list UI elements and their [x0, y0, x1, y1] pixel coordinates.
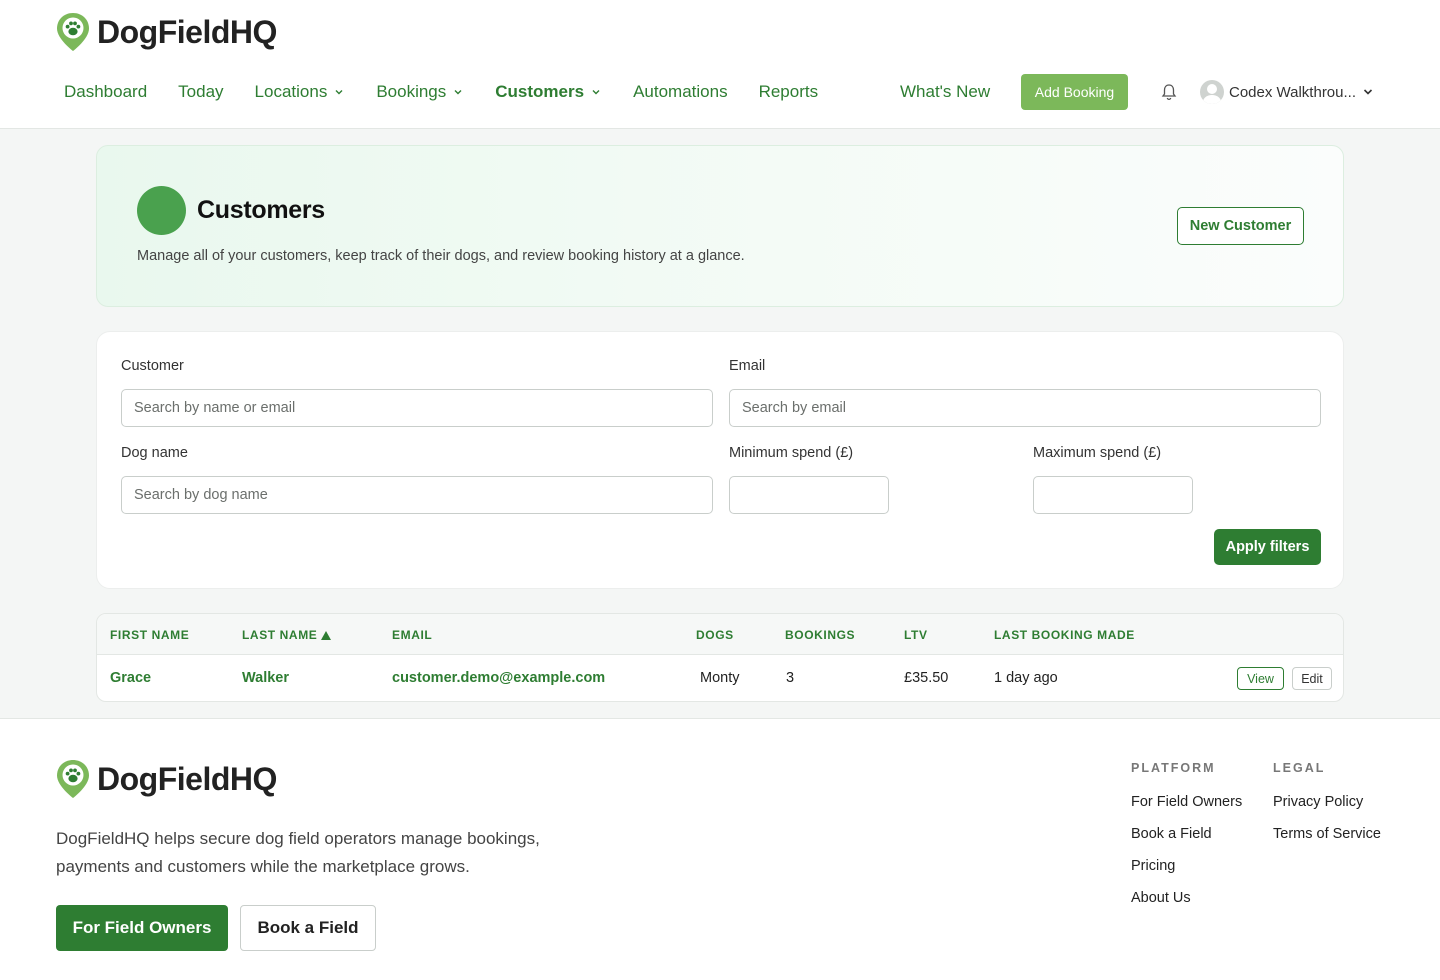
avatar: [1200, 80, 1224, 104]
book-a-field-button[interactable]: Book a Field: [240, 905, 376, 951]
bell-icon[interactable]: [1160, 83, 1178, 101]
view-button[interactable]: View: [1237, 667, 1284, 690]
footer-description: DogFieldHQ helps secure dog field operat…: [56, 829, 540, 876]
chevron-down-icon[interactable]: [1362, 86, 1374, 98]
footer-link-about-us[interactable]: About Us: [1131, 890, 1191, 906]
page-description: Manage all of your customers, keep track…: [137, 248, 745, 264]
col-email[interactable]: EMAIL: [392, 628, 432, 642]
paw-pin-icon: [57, 13, 89, 51]
col-ltv[interactable]: LTV: [904, 628, 928, 642]
nav-item-customers[interactable]: Customers: [495, 82, 602, 102]
col-label: EMAIL: [392, 628, 433, 642]
cell-ltv: £35.50: [904, 670, 949, 686]
cell-last-booking: 1 day ago: [994, 670, 1058, 686]
max-spend-input[interactable]: [1033, 476, 1193, 514]
for-field-owners-button[interactable]: For Field Owners: [56, 905, 228, 951]
footer-link-for-field-owners[interactable]: For Field Owners: [1131, 794, 1242, 810]
footer-platform-heading: PLATFORM: [1131, 761, 1216, 775]
add-booking-button[interactable]: Add Booking: [1021, 74, 1128, 110]
nav-label: Locations: [254, 82, 328, 101]
footer-brand-logo[interactable]: DogFieldHQ: [56, 759, 277, 799]
nav-item-reports[interactable]: Reports: [759, 82, 819, 102]
nav-item-automations[interactable]: Automations: [633, 82, 728, 102]
sort-ascending-icon: [321, 630, 332, 640]
email-filter-label: Email: [729, 358, 766, 374]
cell-first-name[interactable]: Grace: [110, 670, 151, 686]
col-label: LAST NAME: [242, 628, 318, 642]
footer-link-pricing[interactable]: Pricing: [1131, 858, 1175, 874]
nav-label: Today: [178, 82, 224, 101]
max-spend-label: Maximum spend (£): [1033, 445, 1162, 461]
footer-link-privacy-policy[interactable]: Privacy Policy: [1273, 794, 1363, 810]
paw-pin-icon: [57, 760, 89, 798]
chevron-down-icon: [592, 90, 600, 95]
email-search-input[interactable]: [729, 389, 1321, 427]
footer-brand-name: DogFieldHQ: [97, 760, 277, 797]
section-icon-circle: [137, 186, 186, 235]
table-header: FIRST NAME LAST NAME EMAIL DOGS BOOKINGS…: [97, 614, 1343, 655]
top-header: DogFieldHQ Dashboard Today Locations Boo…: [0, 0, 1440, 129]
nav-label: Bookings: [376, 82, 447, 101]
col-label: LAST BOOKING MADE: [994, 628, 1135, 642]
filters-card: Customer Email Dog name Minimum spend (£…: [96, 331, 1344, 589]
chevron-down-icon: [454, 90, 462, 95]
cell-email[interactable]: customer.demo@example.com: [392, 670, 605, 686]
brand-name: DogFieldHQ: [97, 13, 277, 50]
customer-search-input[interactable]: [121, 389, 713, 427]
nav-label: Customers: [495, 82, 585, 101]
site-footer: DogFieldHQ DogFieldHQ helps secure dog f…: [0, 718, 1440, 980]
nav-item-locations[interactable]: Locations: [255, 82, 346, 102]
nav-label: Reports: [758, 82, 819, 101]
new-customer-button[interactable]: New Customer: [1177, 207, 1304, 245]
whats-new-link[interactable]: What's New: [900, 74, 990, 110]
col-label: FIRST NAME: [110, 628, 190, 642]
nav-item-dashboard[interactable]: Dashboard: [64, 82, 147, 102]
cell-dogs: Monty: [700, 670, 740, 686]
brand-logo[interactable]: DogFieldHQ: [56, 12, 277, 52]
footer-legal-heading: LEGAL: [1273, 761, 1326, 775]
col-dogs[interactable]: DOGS: [696, 628, 734, 642]
nav-label: Automations: [633, 82, 728, 101]
col-last-booking[interactable]: LAST BOOKING MADE: [994, 628, 1135, 642]
col-bookings[interactable]: BOOKINGS: [785, 628, 855, 642]
dog-filter-label: Dog name: [121, 445, 188, 461]
nav-item-today[interactable]: Today: [178, 82, 223, 102]
chevron-down-icon: [335, 90, 343, 95]
apply-filters-button[interactable]: Apply filters: [1214, 529, 1321, 565]
min-spend-input[interactable]: [729, 476, 889, 514]
footer-link-book-a-field[interactable]: Book a Field: [1131, 826, 1212, 842]
nav-item-bookings[interactable]: Bookings: [376, 82, 464, 102]
cell-last-name[interactable]: Walker: [242, 670, 289, 686]
customers-table: FIRST NAME LAST NAME EMAIL DOGS BOOKINGS…: [96, 613, 1344, 702]
main-nav: Dashboard Today Locations Bookings Custo…: [64, 74, 849, 110]
col-last-name[interactable]: LAST NAME: [242, 628, 332, 642]
customer-filter-label: Customer: [121, 358, 184, 374]
cell-bookings: 3: [786, 670, 795, 686]
dog-name-search-input[interactable]: [121, 476, 713, 514]
col-label: DOGS: [696, 628, 734, 642]
edit-button[interactable]: Edit: [1292, 667, 1332, 690]
col-label: BOOKINGS: [785, 628, 856, 642]
min-spend-label: Minimum spend (£): [729, 445, 854, 461]
user-name: Codex Walkthrou...: [1229, 83, 1356, 101]
nav-label: Dashboard: [64, 82, 148, 101]
col-label: LTV: [904, 628, 928, 642]
user-menu[interactable]: Codex Walkthrou...: [1200, 80, 1356, 104]
customers-hero-card: Customers Manage all of your customers, …: [96, 145, 1344, 307]
footer-link-terms-of-service[interactable]: Terms of Service: [1273, 826, 1381, 842]
col-first-name[interactable]: FIRST NAME: [110, 628, 189, 642]
page-title: Customers: [197, 196, 325, 224]
